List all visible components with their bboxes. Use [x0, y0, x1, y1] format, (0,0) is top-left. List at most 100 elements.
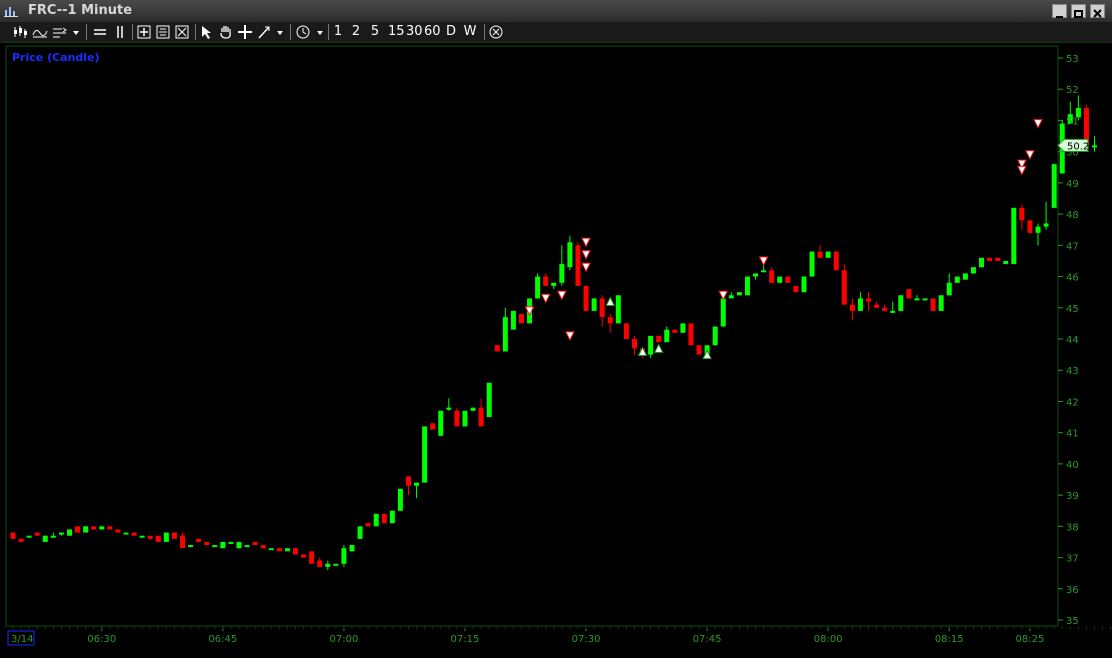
hand-tool-button[interactable] — [218, 23, 234, 41]
horizontal-lines-icon — [94, 29, 106, 35]
zoom-box-button[interactable] — [136, 23, 152, 41]
candle-up — [728, 295, 734, 299]
candle-down — [131, 532, 137, 536]
candle-up — [922, 298, 928, 301]
candle-up — [809, 251, 815, 277]
pointer-tool-button[interactable] — [199, 23, 215, 41]
toolbar-separator — [132, 24, 133, 40]
y-tick-label: 43 — [1066, 366, 1079, 377]
candle-up — [1092, 145, 1098, 148]
candle-up — [946, 282, 952, 296]
candle-up — [954, 276, 960, 283]
candle-up — [446, 407, 452, 410]
fit-box-button[interactable] — [174, 23, 190, 41]
candle-style-icon — [14, 26, 27, 38]
candle-down — [276, 548, 282, 552]
cancel-circle-icon — [489, 25, 503, 39]
candle-up — [325, 563, 331, 567]
candle-down — [785, 276, 791, 283]
y-tick-label: 37 — [1066, 554, 1079, 565]
candle-up — [712, 326, 718, 346]
price-chart[interactable]: 35363738394041424344454647484950515253 3… — [0, 43, 1112, 658]
period-weekly-button[interactable]: W — [462, 23, 478, 41]
clock-icon — [296, 25, 310, 39]
candle-down — [365, 523, 371, 527]
period-1-button[interactable]: 1 — [332, 23, 344, 41]
candle-down — [930, 298, 936, 311]
period-30-button[interactable]: 30 — [406, 23, 423, 41]
candle-up — [680, 323, 686, 333]
last-price-tag: 50.2 — [1057, 138, 1089, 152]
candle-down — [10, 532, 16, 539]
candle-down — [260, 545, 266, 549]
candle-up — [244, 545, 250, 548]
trendline-tool-button[interactable] — [256, 23, 272, 41]
indicator-style-button[interactable] — [52, 23, 68, 41]
candle-up — [857, 298, 863, 311]
candle-down — [91, 526, 97, 530]
hand-icon — [220, 26, 231, 39]
x-tick-label: 08:00 — [814, 634, 843, 645]
minimize-button[interactable] — [1052, 4, 1067, 18]
candle-up — [744, 276, 750, 296]
cancel-button[interactable] — [488, 23, 504, 41]
chart-background — [0, 43, 1112, 658]
candle-down — [817, 251, 823, 258]
zoom-out-box-button[interactable] — [155, 23, 171, 41]
candle-up — [962, 273, 968, 280]
period-5-button[interactable]: 5 — [369, 23, 381, 41]
y-tick-label: 52 — [1066, 85, 1079, 96]
bar-chart-style-button[interactable] — [12, 23, 28, 41]
candle-down — [405, 476, 411, 486]
period-15-button[interactable]: 15 — [388, 23, 405, 41]
candle-down — [478, 407, 484, 427]
candle-down — [430, 423, 436, 430]
maximize-icon — [1074, 10, 1083, 18]
period-daily-button[interactable]: D — [445, 23, 457, 41]
candle-down — [171, 532, 177, 539]
candle-up — [970, 267, 976, 274]
interval-clock-button[interactable] — [295, 23, 311, 41]
candle-down — [179, 535, 185, 549]
candle-up — [502, 317, 508, 352]
candle-up — [333, 563, 339, 566]
candle-down — [866, 298, 872, 302]
tool-dropdown-button[interactable] — [274, 23, 286, 41]
candle-up — [720, 298, 726, 327]
maximize-button[interactable] — [1071, 4, 1086, 18]
x-tick-label: 08:25 — [1016, 634, 1045, 645]
minimize-icon — [1056, 16, 1063, 18]
y-tick-label: 44 — [1066, 335, 1079, 346]
candle-up — [83, 526, 89, 533]
crosshair-tool-button[interactable] — [237, 23, 253, 41]
chart-legend-title: Price (Candle) — [12, 51, 100, 64]
chart-app-icon — [4, 7, 18, 17]
x-tick-label: 07:45 — [693, 634, 722, 645]
candle-down — [656, 335, 662, 343]
candle-down — [301, 554, 307, 558]
candle-down — [583, 285, 589, 311]
close-button[interactable] — [1090, 4, 1105, 18]
style-dropdown-button[interactable] — [70, 23, 82, 41]
y-tick-label: 53 — [1066, 54, 1079, 65]
candle-down — [631, 339, 637, 349]
candle-down — [599, 298, 605, 318]
candle-up — [373, 513, 379, 527]
candle-up — [825, 251, 831, 258]
candle-down — [317, 560, 323, 567]
candle-up — [236, 541, 242, 549]
vertical-line-button[interactable] — [112, 23, 128, 41]
line-style-button[interactable] — [32, 23, 48, 41]
period-2-button[interactable]: 2 — [350, 23, 362, 41]
crosshair-icon — [238, 25, 252, 39]
interval-dropdown-button[interactable] — [314, 23, 326, 41]
window-title: FRC--1 Minute — [28, 3, 133, 18]
y-tick-label: 51 — [1066, 116, 1079, 127]
candle-up — [914, 298, 920, 301]
candle-up — [1035, 226, 1041, 233]
period-60-button[interactable]: 60 — [424, 23, 441, 41]
candle-down — [882, 307, 888, 311]
horizontal-line-button[interactable] — [92, 23, 108, 41]
candle-up — [1043, 223, 1049, 227]
last-price-value: 50.2 — [1067, 141, 1089, 152]
